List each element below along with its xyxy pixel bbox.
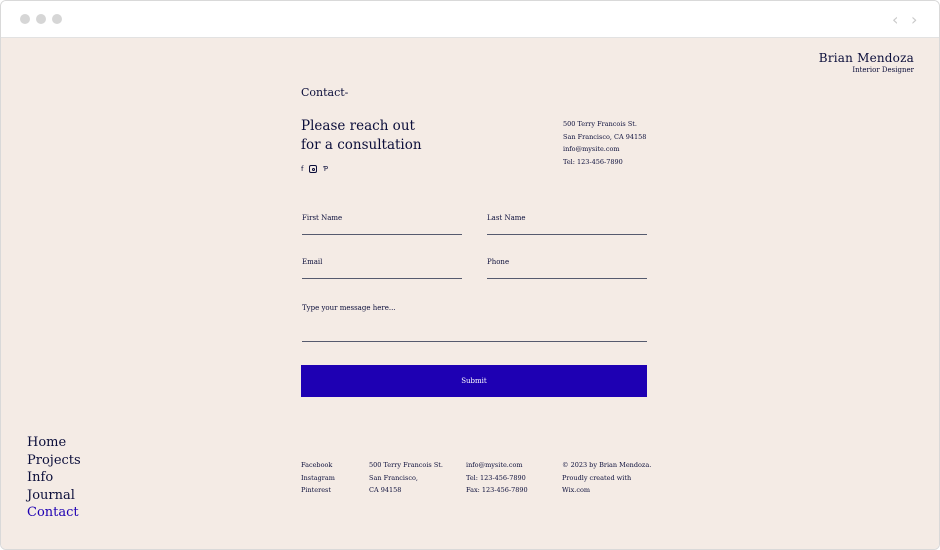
window-dot-minimize[interactable] xyxy=(36,14,46,24)
instagram-icon[interactable] xyxy=(309,165,318,173)
footer-link-facebook[interactable]: Facebook xyxy=(301,459,335,472)
message-field[interactable]: Type your message here... xyxy=(302,304,396,312)
contact-phone: Tel: 123-456-7890 xyxy=(563,157,623,166)
phone-field[interactable]: Phone xyxy=(487,258,509,266)
footer-link-pinterest[interactable]: Pinterest xyxy=(301,484,335,497)
footer-copyright: © 2023 by Brian Mendoza. Proudly created… xyxy=(562,459,651,497)
copyright-line-2: Proudly created with xyxy=(562,473,632,482)
footer-address-line-1: 500 Terry Francois St. xyxy=(369,461,443,469)
page-title: Contact- xyxy=(301,86,349,99)
nav-item-projects[interactable]: Projects xyxy=(27,452,81,470)
window-dot-close[interactable] xyxy=(20,14,30,24)
address-line-2: San Francisco, CA 94158 xyxy=(563,132,647,141)
browser-toolbar: ‹ › xyxy=(1,1,939,38)
window-dot-maximize[interactable] xyxy=(52,14,62,24)
back-arrow-icon[interactable]: ‹ xyxy=(892,10,898,29)
footer-link-instagram[interactable]: Instagram xyxy=(301,472,335,485)
nav-item-contact[interactable]: Contact xyxy=(27,504,81,522)
contact-headline: Please reach out for a consultation xyxy=(301,117,501,155)
copyright-line-1: © 2023 by Brian Mendoza. xyxy=(562,461,652,469)
nav-item-journal[interactable]: Journal xyxy=(27,487,81,505)
browser-window: ‹ › Brian Mendoza Interior Designer Cont… xyxy=(0,0,940,550)
last-name-underline xyxy=(487,234,647,235)
pinterest-icon[interactable]: Ƥ xyxy=(323,165,328,173)
footer-address: 500 Terry Francois St. San Francisco, CA… xyxy=(369,459,443,497)
phone-underline xyxy=(487,278,647,279)
footer-fax: Fax: 123-456-7890 xyxy=(466,486,528,494)
side-navigation: Home Projects Info Journal Contact xyxy=(27,434,81,522)
footer-address-line-2: San Francisco, xyxy=(369,473,418,482)
footer-email-link[interactable]: info@mysite.com xyxy=(466,459,528,472)
first-name-underline xyxy=(302,234,462,235)
address-line-1: 500 Terry Francois St. xyxy=(563,120,637,128)
headline-line-2: for a consultation xyxy=(301,137,422,153)
headline-line-1: Please reach out xyxy=(301,118,415,134)
wix-link[interactable]: Wix.com xyxy=(562,484,651,497)
footer-social-links: Facebook Instagram Pinterest xyxy=(301,459,335,497)
footer-tel: Tel: 123-456-7890 xyxy=(466,473,526,482)
first-name-field[interactable]: First Name xyxy=(302,214,342,222)
footer-address-line-3: CA 94158 xyxy=(369,486,402,494)
contact-page: Brian Mendoza Interior Designer Contact-… xyxy=(1,38,939,549)
last-name-field[interactable]: Last Name xyxy=(487,214,526,222)
facebook-icon[interactable]: f xyxy=(301,165,303,173)
contact-email-link[interactable]: info@mysite.com xyxy=(563,143,646,156)
social-icons: f Ƥ xyxy=(301,165,328,173)
email-underline xyxy=(302,278,462,279)
forward-arrow-icon[interactable]: › xyxy=(911,10,917,29)
footer-contact: info@mysite.com Tel: 123-456-7890 Fax: 1… xyxy=(466,459,528,497)
brand-tagline: Interior Designer xyxy=(852,66,914,74)
message-underline xyxy=(302,341,647,342)
email-field[interactable]: Email xyxy=(302,258,322,266)
nav-item-info[interactable]: Info xyxy=(27,469,81,487)
submit-button[interactable]: Submit xyxy=(301,365,647,397)
contact-address-block: 500 Terry Francois St. San Francisco, CA… xyxy=(563,118,646,168)
nav-item-home[interactable]: Home xyxy=(27,434,81,452)
brand-name[interactable]: Brian Mendoza xyxy=(819,51,914,65)
